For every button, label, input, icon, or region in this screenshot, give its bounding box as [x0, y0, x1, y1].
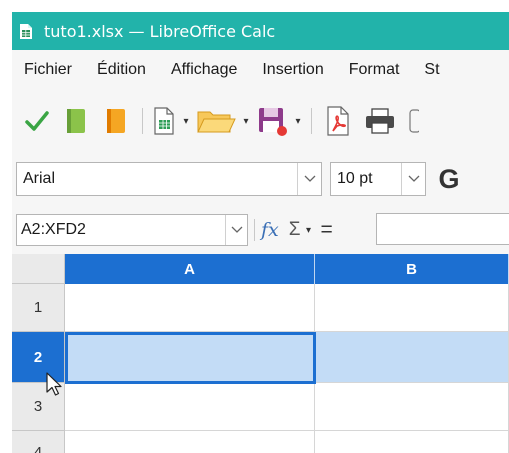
calc-app-icon	[18, 22, 34, 40]
menu-affichage[interactable]: Affichage	[158, 61, 249, 79]
toolbar-separator	[142, 108, 143, 134]
menu-bar: Fichier Édition Affichage Insertion Form…	[12, 50, 509, 90]
formula-bar: A2:XFD2 fx Σ ▾ =	[12, 206, 509, 254]
toolbar-overflow-icon[interactable]	[402, 101, 422, 141]
sum-icon[interactable]: Σ	[289, 219, 301, 241]
formula-separator	[254, 219, 255, 241]
chevron-down-icon[interactable]	[225, 215, 247, 245]
cell-b4[interactable]	[315, 431, 509, 453]
equals-formula-button[interactable]: =	[321, 218, 333, 242]
cell-b3[interactable]	[315, 383, 509, 431]
title-bar: tuto1.xlsx — LibreOffice Calc	[12, 12, 509, 50]
font-name-value: Arial	[23, 170, 56, 187]
open-folder-icon[interactable]	[193, 101, 239, 141]
bold-button[interactable]: G	[426, 159, 472, 199]
column-header-a[interactable]: A	[65, 254, 315, 284]
menu-styles[interactable]: St	[411, 61, 451, 79]
row-header-4-label: 4	[33, 444, 43, 453]
menu-edition[interactable]: Édition	[84, 61, 158, 79]
cell-b1[interactable]	[315, 284, 509, 332]
cell-a1[interactable]	[65, 284, 315, 332]
new-spreadsheet-icon[interactable]	[149, 101, 179, 141]
formula-input[interactable]	[376, 213, 509, 245]
row-header-4[interactable]: 4	[12, 431, 65, 453]
orange-book-icon[interactable]	[96, 101, 136, 141]
chevron-down-icon[interactable]	[401, 163, 425, 195]
select-all-corner[interactable]	[12, 254, 65, 284]
menu-insertion[interactable]: Insertion	[249, 61, 335, 79]
font-size-combo[interactable]: 10 pt	[330, 162, 426, 196]
spreadsheet-grid[interactable]: A B 1 2 3 4	[12, 254, 509, 453]
standard-toolbar: ▾ ▾ ▾	[12, 90, 509, 152]
save-dropdown-arrow-icon[interactable]: ▾	[291, 101, 305, 141]
function-wizard-icon[interactable]: fx	[261, 219, 279, 241]
new-dropdown-arrow-icon[interactable]: ▾	[179, 101, 193, 141]
save-disk-icon[interactable]	[253, 101, 291, 141]
mouse-cursor-icon	[46, 372, 64, 403]
name-box[interactable]: A2:XFD2	[16, 214, 248, 246]
print-icon[interactable]	[358, 101, 402, 141]
cell-a3[interactable]	[65, 383, 315, 431]
apply-check-icon[interactable]	[18, 101, 56, 141]
row-header-1[interactable]: 1	[12, 284, 65, 332]
toolbar-separator	[311, 108, 312, 134]
open-dropdown-arrow-icon[interactable]: ▾	[239, 101, 253, 141]
sum-dropdown-arrow-icon[interactable]: ▾	[301, 210, 317, 250]
cell-a2[interactable]	[65, 332, 315, 383]
cell-b2[interactable]	[315, 332, 509, 383]
name-box-value: A2:XFD2	[21, 221, 86, 238]
menu-format[interactable]: Format	[336, 61, 412, 79]
font-name-combo[interactable]: Arial	[16, 162, 322, 196]
font-size-value: 10 pt	[337, 170, 373, 187]
window-title: tuto1.xlsx — LibreOffice Calc	[44, 21, 276, 41]
formatting-toolbar: Arial 10 pt G	[12, 152, 509, 206]
chevron-down-icon[interactable]	[297, 163, 321, 195]
cell-a4[interactable]	[65, 431, 315, 453]
column-header-b[interactable]: B	[315, 254, 509, 284]
green-book-icon[interactable]	[56, 101, 96, 141]
menu-fichier[interactable]: Fichier	[12, 61, 84, 79]
pdf-export-icon[interactable]	[318, 101, 358, 141]
